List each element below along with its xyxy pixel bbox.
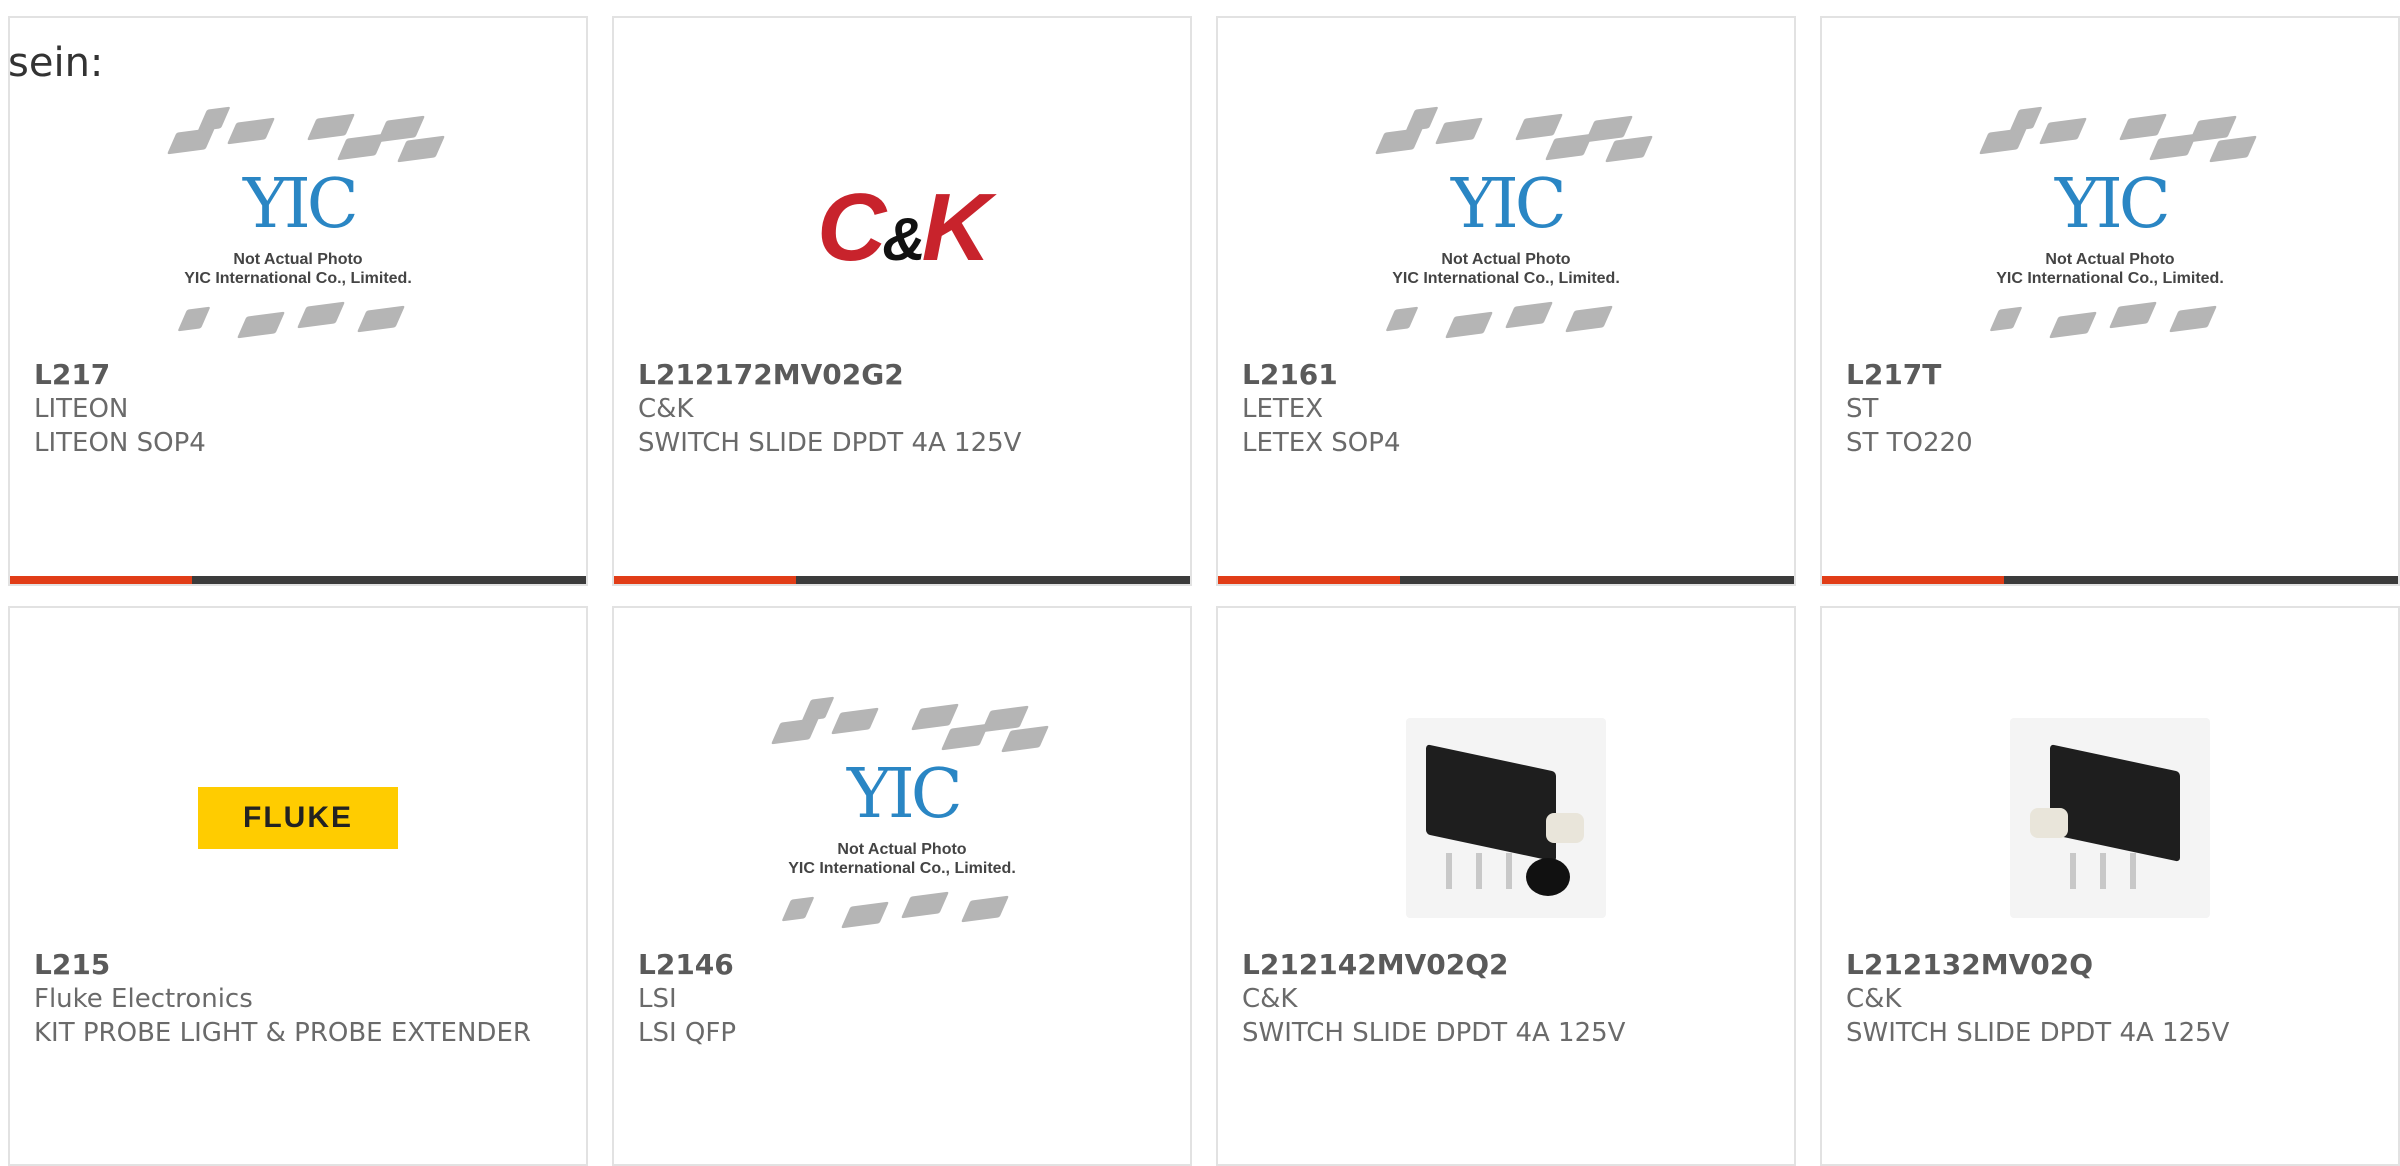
description: ST TO220 [1846, 428, 1973, 458]
part-number[interactable]: L212142MV02Q2 [1242, 948, 1774, 982]
part-number[interactable]: L215 [34, 948, 566, 982]
placeholder-caption-1: Not Actual Photo [2045, 251, 2175, 268]
part-number[interactable]: L212172MV02G2 [638, 358, 1170, 392]
manufacturer: C&K [1242, 984, 1298, 1014]
card-bar-accent [614, 576, 796, 584]
intro-text: sein: [8, 40, 104, 86]
manufacturer: LITEON [34, 394, 129, 424]
card-bar-accent [10, 576, 192, 584]
switch-photo-with-cap [1406, 718, 1606, 918]
placeholder-caption-2: YIC International Co., Limited. [1996, 270, 2224, 287]
placeholder-caption-1: Not Actual Photo [837, 841, 967, 858]
description: SWITCH SLIDE DPDT 4A 125V [1242, 1018, 1626, 1048]
product-card[interactable]: L212142MV02Q2 C&K SWITCH SLIDE DPDT 4A 1… [1216, 606, 1796, 1166]
yic-placeholder-image: YIC Not Actual Photo YIC International Co… [1371, 106, 1654, 348]
product-card[interactable]: YIC Not Actual Photo YIC International Co… [8, 16, 588, 586]
fluke-logo: FLUKE [198, 787, 398, 849]
switch-photo [2010, 718, 2210, 918]
yic-logo: YIC [2055, 165, 2171, 244]
yic-logo: YIC [1451, 165, 1567, 244]
manufacturer: C&K [1846, 984, 1902, 1014]
product-card[interactable]: C&K L212172MV02G2 C&K SWITCH SLIDE DPDT … [612, 16, 1192, 586]
product-image[interactable]: YIC Not Actual Photo YIC International Co… [1975, 106, 2258, 348]
yic-placeholder-image: YIC Not Actual Photo YIC International Co… [767, 696, 1050, 938]
product-image[interactable]: C&K [767, 108, 1037, 348]
product-card[interactable]: YIC Not Actual Photo YIC International Co… [1216, 16, 1796, 586]
card-bar-accent [1822, 576, 2004, 584]
description: KIT PROBE LIGHT & PROBE EXTENDER [34, 1018, 531, 1048]
product-image[interactable] [1975, 698, 2245, 938]
part-number[interactable]: L212132MV02Q [1846, 948, 2378, 982]
manufacturer: ST [1846, 394, 1879, 424]
yic-logo: YIC [847, 755, 963, 834]
placeholder-caption-2: YIC International Co., Limited. [788, 860, 1016, 877]
description: SWITCH SLIDE DPDT 4A 125V [1846, 1018, 2230, 1048]
product-card[interactable]: L212132MV02Q C&K SWITCH SLIDE DPDT 4A 12… [1820, 606, 2400, 1166]
manufacturer: LSI [638, 984, 677, 1014]
description: LSI QFP [638, 1018, 737, 1048]
description: LITEON SOP4 [34, 428, 206, 458]
placeholder-caption-2: YIC International Co., Limited. [1392, 270, 1620, 287]
description: LETEX SOP4 [1242, 428, 1401, 458]
yic-logo: YIC [243, 165, 359, 244]
product-image[interactable]: YIC Not Actual Photo YIC International Co… [767, 696, 1050, 938]
card-bar-accent [1218, 576, 1400, 584]
product-image[interactable]: YIC Not Actual Photo YIC International Co… [163, 106, 446, 348]
manufacturer: LETEX [1242, 394, 1324, 424]
ck-logo: C&K [817, 174, 991, 281]
part-number[interactable]: L2146 [638, 948, 1170, 982]
card-bar [1218, 576, 1794, 584]
placeholder-caption-2: YIC International Co., Limited. [184, 270, 412, 287]
product-image[interactable] [1371, 698, 1641, 938]
yic-placeholder-image: YIC Not Actual Photo YIC International Co… [163, 106, 446, 348]
card-bar [1822, 576, 2398, 584]
product-card[interactable]: YIC Not Actual Photo YIC International Co… [1820, 16, 2400, 586]
product-image[interactable]: YIC Not Actual Photo YIC International Co… [1371, 106, 1654, 348]
product-card[interactable]: FLUKE L215 Fluke Electronics KIT PROBE L… [8, 606, 588, 1166]
card-bar [10, 576, 586, 584]
yic-placeholder-image: YIC Not Actual Photo YIC International Co… [1975, 106, 2258, 348]
card-bar [614, 576, 1190, 584]
placeholder-caption-1: Not Actual Photo [233, 251, 363, 268]
part-number[interactable]: L2161 [1242, 358, 1774, 392]
manufacturer: C&K [638, 394, 694, 424]
product-image[interactable]: FLUKE [163, 698, 433, 938]
placeholder-caption-1: Not Actual Photo [1441, 251, 1571, 268]
part-number[interactable]: L217T [1846, 358, 2378, 392]
description: SWITCH SLIDE DPDT 4A 125V [638, 428, 1022, 458]
product-card[interactable]: YIC Not Actual Photo YIC International Co… [612, 606, 1192, 1166]
manufacturer: Fluke Electronics [34, 984, 253, 1014]
part-number[interactable]: L217 [34, 358, 566, 392]
